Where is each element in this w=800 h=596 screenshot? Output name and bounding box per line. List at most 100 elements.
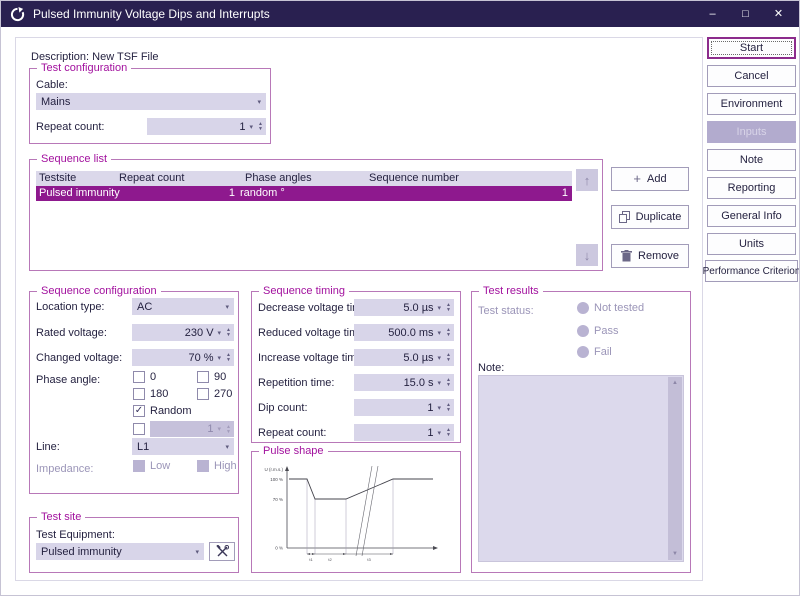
note-scrollbar[interactable]: ▲ ▼ bbox=[668, 377, 682, 560]
checkbox-box-checked[interactable]: ✓ bbox=[133, 405, 145, 417]
spinner-arrows[interactable]: ▲▼ bbox=[226, 353, 234, 362]
reduced-voltage-time-label: Reduced voltage time: bbox=[258, 327, 367, 339]
spinner-arrows[interactable]: ▲▼ bbox=[446, 428, 454, 437]
spin-down-icon[interactable]: ▼ bbox=[446, 308, 451, 312]
reporting-button-label: Reporting bbox=[728, 182, 776, 194]
changed-voltage-spinner[interactable]: 70 % ▾ ▲▼ bbox=[132, 349, 234, 366]
chevron-down-icon[interactable]: ▾ bbox=[246, 123, 259, 131]
cable-dropdown[interactable]: Mains ▾ bbox=[36, 93, 266, 110]
units-button[interactable]: Units bbox=[707, 233, 796, 255]
location-type-label: Location type: bbox=[36, 301, 105, 313]
add-button[interactable]: + Add bbox=[611, 167, 689, 191]
timing-repeat-count-value: 1 bbox=[354, 427, 434, 439]
move-down-button[interactable]: ↓ bbox=[576, 244, 598, 266]
chevron-down-icon[interactable]: ▾ bbox=[191, 548, 204, 556]
decrease-voltage-time-spinner[interactable]: 5.0 µs ▾ ▲▼ bbox=[354, 299, 454, 316]
group-title-pulse-shape: Pulse shape bbox=[259, 445, 328, 458]
spinner-arrows[interactable]: ▲▼ bbox=[446, 378, 454, 387]
checkbox-box[interactable] bbox=[133, 423, 145, 435]
reduced-voltage-time-spinner[interactable]: 500.0 ms ▾ ▲▼ bbox=[354, 324, 454, 341]
radio-pass: Pass bbox=[577, 325, 618, 337]
spin-down-icon[interactable]: ▼ bbox=[446, 383, 451, 387]
time-label-t2: t2 bbox=[328, 557, 332, 562]
chevron-down-icon[interactable]: ▾ bbox=[434, 404, 447, 412]
col-repeat-count[interactable]: Repeat count bbox=[119, 172, 184, 184]
chevron-down-icon[interactable]: ▾ bbox=[253, 98, 266, 106]
maximize-button[interactable]: □ bbox=[729, 1, 762, 27]
inputs-button: Inputs bbox=[707, 121, 796, 143]
test-equipment-dropdown[interactable]: Pulsed immunity ▾ bbox=[36, 543, 204, 560]
chevron-down-icon[interactable]: ▾ bbox=[221, 443, 234, 451]
col-testsite[interactable]: Testsite bbox=[39, 172, 76, 184]
checkbox-box[interactable] bbox=[197, 388, 209, 400]
minimize-button[interactable]: – bbox=[696, 1, 729, 27]
move-up-button[interactable]: ↑ bbox=[576, 169, 598, 191]
group-test-site: Test site Test Equipment: Pulsed immunit… bbox=[29, 517, 239, 573]
cancel-button[interactable]: Cancel bbox=[707, 65, 796, 87]
note-textarea[interactable]: ▲ ▼ bbox=[478, 375, 684, 562]
spinner-arrows[interactable]: ▲▼ bbox=[258, 122, 266, 131]
start-button[interactable]: Start bbox=[707, 37, 796, 59]
spin-down-icon[interactable]: ▼ bbox=[258, 127, 263, 131]
line-value: L1 bbox=[132, 441, 221, 453]
spin-down-icon[interactable]: ▼ bbox=[226, 333, 231, 337]
spinner-arrows[interactable]: ▲▼ bbox=[446, 328, 454, 337]
close-button[interactable]: ✕ bbox=[762, 1, 795, 27]
environment-button[interactable]: Environment bbox=[707, 93, 796, 115]
window-controls: – □ ✕ bbox=[696, 1, 795, 27]
spin-down-icon[interactable]: ▼ bbox=[446, 333, 451, 337]
location-type-value: AC bbox=[132, 301, 221, 313]
performance-criterion-button[interactable]: Performance Criterion bbox=[705, 260, 798, 282]
start-button-label: Start bbox=[740, 42, 763, 54]
cell-repeat-count: 1 bbox=[135, 187, 235, 199]
sequence-table-row-selected[interactable]: Pulsed immunity 1 random ° 1 bbox=[36, 186, 572, 201]
reporting-button[interactable]: Reporting bbox=[707, 177, 796, 199]
phase-checkbox-180[interactable]: 180 bbox=[133, 388, 168, 400]
timing-repeat-count-spinner[interactable]: 1 ▾ ▲▼ bbox=[354, 424, 454, 441]
chevron-down-icon[interactable]: ▾ bbox=[434, 329, 447, 337]
remove-button[interactable]: Remove bbox=[611, 244, 689, 268]
spinner-arrows[interactable]: ▲▼ bbox=[226, 328, 234, 337]
checkbox-box[interactable] bbox=[133, 388, 145, 400]
note-button[interactable]: Note bbox=[707, 149, 796, 171]
spinner-arrows[interactable]: ▲▼ bbox=[446, 303, 454, 312]
chevron-down-icon[interactable]: ▾ bbox=[434, 379, 447, 387]
col-sequence-number[interactable]: Sequence number bbox=[369, 172, 459, 184]
spin-down-icon[interactable]: ▼ bbox=[446, 358, 451, 362]
chevron-down-icon[interactable]: ▾ bbox=[434, 304, 447, 312]
repeat-count-spinner[interactable]: 1 ▾ ▲▼ bbox=[147, 118, 266, 135]
line-dropdown[interactable]: L1 ▾ bbox=[132, 438, 234, 455]
chevron-down-icon[interactable]: ▾ bbox=[221, 303, 234, 311]
increase-voltage-time-spinner[interactable]: 5.0 µs ▾ ▲▼ bbox=[354, 349, 454, 366]
spin-down-icon[interactable]: ▼ bbox=[446, 433, 451, 437]
level-100-label: 100 % bbox=[270, 477, 283, 482]
chevron-down-icon[interactable]: ▾ bbox=[214, 354, 227, 362]
equipment-settings-button[interactable] bbox=[209, 542, 235, 561]
phase-checkbox-90[interactable]: 90 bbox=[197, 371, 226, 383]
spinner-arrows[interactable]: ▲▼ bbox=[446, 403, 454, 412]
col-phase-angles[interactable]: Phase angles bbox=[245, 172, 312, 184]
phase-checkbox-custom[interactable] bbox=[133, 423, 145, 435]
phase-checkbox-270[interactable]: 270 bbox=[197, 388, 232, 400]
group-sequence-timing: Sequence timing Decrease voltage time: 5… bbox=[251, 291, 461, 443]
duplicate-button[interactable]: Duplicate bbox=[611, 205, 689, 229]
repetition-time-spinner[interactable]: 15.0 s ▾ ▲▼ bbox=[354, 374, 454, 391]
phase-checkbox-0[interactable]: 0 bbox=[133, 371, 156, 383]
rated-voltage-spinner[interactable]: 230 V ▾ ▲▼ bbox=[132, 324, 234, 341]
spin-down-icon[interactable]: ▼ bbox=[226, 358, 231, 362]
custom-angle-value: 1 bbox=[150, 423, 214, 435]
checkbox-box[interactable] bbox=[197, 371, 209, 383]
spinner-arrows[interactable]: ▲▼ bbox=[446, 353, 454, 362]
spin-down-icon[interactable]: ▼ bbox=[446, 408, 451, 412]
phase-checkbox-random[interactable]: ✓ Random bbox=[133, 405, 192, 417]
dip-count-spinner[interactable]: 1 ▾ ▲▼ bbox=[354, 399, 454, 416]
scroll-up-icon[interactable]: ▲ bbox=[672, 377, 678, 389]
checkbox-box[interactable] bbox=[133, 371, 145, 383]
general-info-button[interactable]: General Info bbox=[707, 205, 796, 227]
chevron-down-icon[interactable]: ▾ bbox=[434, 429, 447, 437]
location-type-dropdown[interactable]: AC ▾ bbox=[132, 298, 234, 315]
scroll-down-icon[interactable]: ▼ bbox=[672, 548, 678, 560]
chevron-down-icon[interactable]: ▾ bbox=[214, 329, 227, 337]
chevron-down-icon[interactable]: ▾ bbox=[434, 354, 447, 362]
repeat-count-value: 1 bbox=[147, 121, 246, 133]
